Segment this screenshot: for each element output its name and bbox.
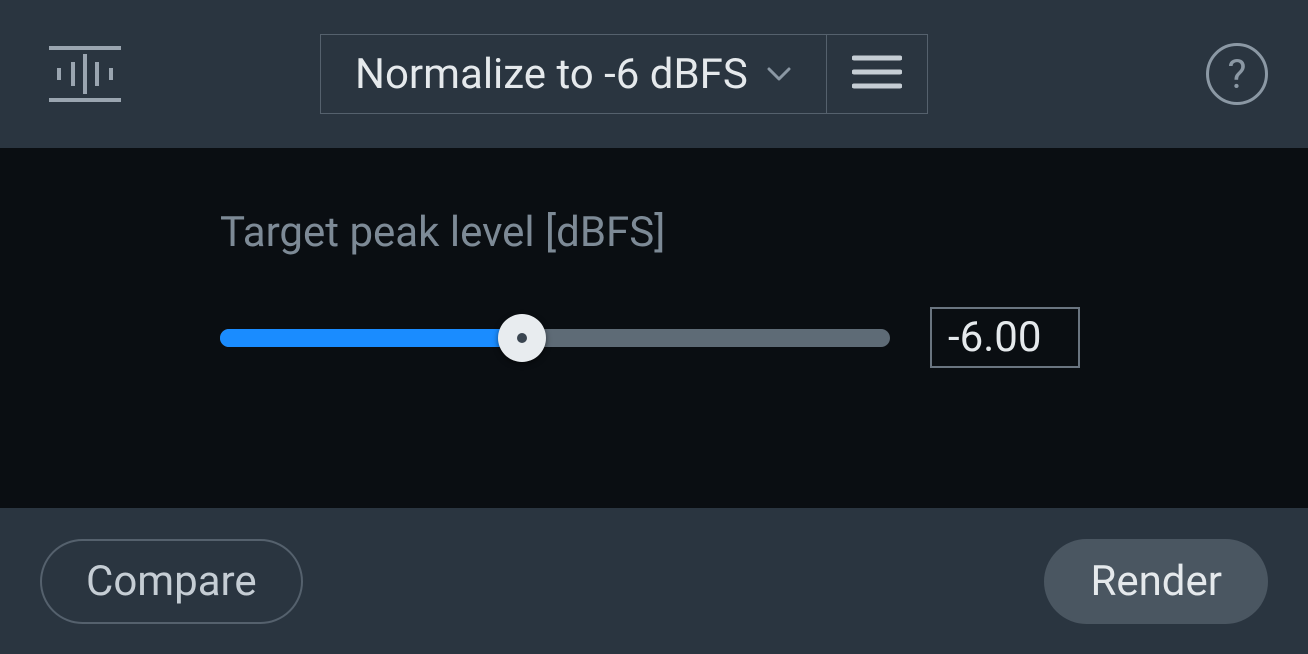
target-peak-input[interactable] [930, 307, 1080, 368]
render-button[interactable]: Render [1044, 539, 1268, 624]
slider-thumb[interactable] [498, 314, 546, 362]
preset-menu-button[interactable] [827, 35, 927, 113]
slider-row [220, 307, 1208, 368]
preset-label: Normalize to -6 dBFS [355, 50, 748, 99]
app-logo-icon [40, 34, 130, 114]
preset-dropdown[interactable]: Normalize to -6 dBFS [321, 35, 827, 113]
footer-bar: Compare Render [0, 508, 1308, 654]
chevron-down-icon [766, 61, 792, 87]
target-peak-slider[interactable] [220, 318, 890, 358]
param-label: Target peak level [dBFS] [220, 208, 1208, 257]
header-bar: Normalize to -6 dBFS ? [0, 0, 1308, 148]
question-mark-icon: ? [1228, 51, 1247, 98]
compare-button[interactable]: Compare [40, 539, 303, 624]
help-button[interactable]: ? [1206, 43, 1268, 105]
hamburger-icon [852, 54, 902, 94]
slider-fill [220, 329, 522, 347]
preset-selector-group: Normalize to -6 dBFS [320, 34, 928, 114]
main-panel: Target peak level [dBFS] [0, 148, 1308, 508]
